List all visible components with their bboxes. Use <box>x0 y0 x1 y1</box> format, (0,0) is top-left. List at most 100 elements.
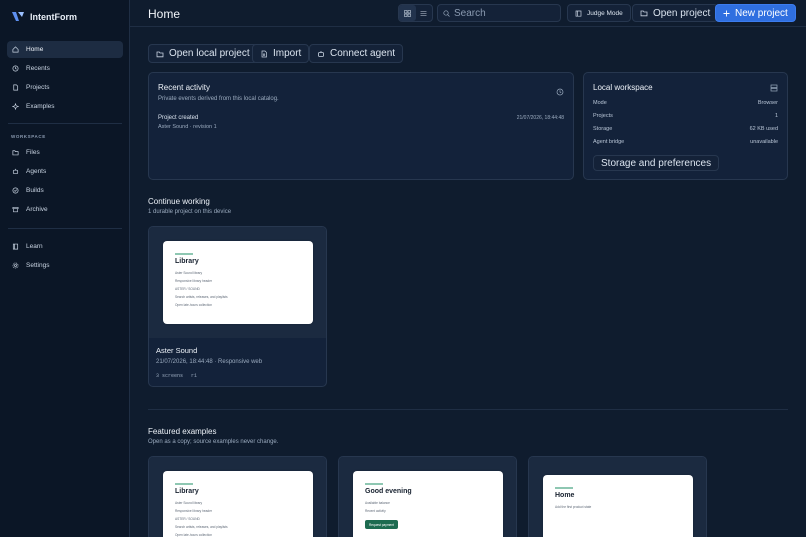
sidebar-item-agents[interactable]: Agents <box>7 163 123 180</box>
sidebar-item-files[interactable]: Files <box>7 144 123 161</box>
sparkle-icon <box>12 103 19 110</box>
section-divider <box>148 409 788 410</box>
open-project-button[interactable]: Open project <box>632 4 719 22</box>
project-meta: 21/07/2026, 18:44:48 · Responsive web <box>156 359 263 365</box>
sidebar-item-archive[interactable]: Archive <box>7 201 123 218</box>
preview-accent-bar <box>175 483 193 485</box>
workspace-row-mode: Mode Browser <box>593 100 778 106</box>
folder-open-icon <box>156 51 164 57</box>
featured-examples-title: Featured examples <box>148 427 217 436</box>
local-workspace-card: Local workspace Mode Browser Projects 1 … <box>583 72 788 180</box>
activity-event-title: Project created <box>158 115 199 121</box>
sidebar-divider <box>8 123 122 124</box>
project-name: Aster Sound <box>156 346 198 355</box>
history-icon[interactable] <box>556 88 564 96</box>
import-button[interactable]: Import <box>252 44 310 63</box>
judge-mode-label: Judge Mode <box>587 9 623 17</box>
import-label: Import <box>273 48 302 59</box>
project-screens: 3 screens <box>156 373 184 379</box>
preview-line: Available balance <box>365 501 390 505</box>
sidebar-item-label: Home <box>26 46 44 53</box>
activity-event-timestamp: 21/07/2026, 18:44:48 <box>516 115 564 121</box>
example-card-library[interactable]: Library Aster Sound library Responsive l… <box>148 456 327 537</box>
workspace-row-value: Browser <box>757 100 778 106</box>
sidebar-item-label: Projects <box>26 84 50 91</box>
preview-heading: Home <box>555 492 575 499</box>
workspace-row-key: Storage <box>593 126 613 132</box>
preview-line: Responsive library header <box>175 509 213 513</box>
grid-icon <box>403 9 411 17</box>
example-card-home[interactable]: Home Add the first product state <box>528 456 707 537</box>
file-icon <box>13 84 19 91</box>
preview-accent-bar <box>175 253 193 255</box>
project-preview: Library Aster Sound library Responsive l… <box>163 241 313 324</box>
workspace-row-key: Agent bridge <box>593 139 625 145</box>
workspace-row-projects: Projects 1 <box>593 113 778 119</box>
sidebar-item-learn[interactable]: Learn <box>7 238 123 255</box>
brand[interactable]: IntentForm <box>12 11 77 22</box>
recent-activity-card: Recent activity Private events derived f… <box>148 72 574 180</box>
sidebar-item-label: Settings <box>26 262 50 269</box>
workspace-row-value: 62 KB used <box>749 126 778 132</box>
import-icon <box>261 50 267 57</box>
sidebar-item-projects[interactable]: Projects <box>7 79 123 96</box>
sidebar-item-home[interactable]: Home <box>7 41 123 58</box>
storage-preferences-button[interactable]: Storage and preferences <box>593 155 720 171</box>
list-icon <box>420 10 427 16</box>
search-icon <box>443 9 450 17</box>
sidebar-item-recents[interactable]: Recents <box>7 60 123 77</box>
preview-line: Open late-hours collection <box>175 303 213 307</box>
preview-line: Search artists, releases, and playlists <box>175 525 228 529</box>
activity-event-detail: Aster Sound · revision 1 <box>158 124 217 130</box>
brand-name: IntentForm <box>30 11 77 22</box>
archive-icon <box>12 207 19 213</box>
sidebar-item-builds[interactable]: Builds <box>7 182 123 199</box>
workspace-row-value: unavailable <box>750 139 778 145</box>
folder-open-icon <box>640 10 648 17</box>
home-icon <box>12 46 19 53</box>
server-icon <box>770 84 778 92</box>
workspace-row-key: Projects <box>593 113 613 119</box>
view-toggle[interactable] <box>398 4 433 22</box>
preview-request-payment-button: Request payment <box>365 520 398 529</box>
project-thumbnail: Library Aster Sound library Responsive l… <box>149 227 326 338</box>
search-input[interactable] <box>454 7 554 19</box>
example-preview: Library Aster Sound library Responsive l… <box>163 471 313 537</box>
sidebar-item-examples[interactable]: Examples <box>7 98 123 115</box>
sidebar-item-label: Archive <box>26 206 48 213</box>
folder-icon <box>12 150 19 156</box>
new-project-button[interactable]: New project <box>715 4 796 22</box>
workspace-label: WORKSPACE <box>11 134 46 139</box>
agent-icon <box>318 50 324 57</box>
clock-icon <box>12 65 19 72</box>
preview-heading: Library <box>175 488 199 495</box>
preview-heading: Good evening <box>365 488 412 495</box>
preview-line: Open late-hours collection <box>175 533 213 537</box>
project-card[interactable]: Library Aster Sound library Responsive l… <box>148 226 327 387</box>
workspace-row-storage: Storage 62 KB used <box>593 126 778 132</box>
connect-agent-button[interactable]: Connect agent <box>309 44 404 63</box>
plus-icon <box>723 10 730 16</box>
list-view-button[interactable] <box>416 5 433 21</box>
example-preview: Good evening Available balance Recent ac… <box>353 471 503 537</box>
example-card-wallet[interactable]: Good evening Available balance Recent ac… <box>338 456 517 537</box>
continue-working-subtitle: 1 durable project on this device <box>148 209 232 215</box>
logo-icon <box>12 12 24 21</box>
book-icon <box>12 243 19 250</box>
preview-accent-bar <box>555 487 573 489</box>
example-thumbnail: Library Aster Sound library Responsive l… <box>149 457 326 537</box>
sidebar-item-label: Examples <box>26 103 55 110</box>
sidebar-divider <box>8 228 122 229</box>
open-local-project-button[interactable]: Open local project <box>148 44 258 63</box>
search-box[interactable] <box>437 4 561 22</box>
preview-line: Responsive library header <box>175 279 213 283</box>
sidebar-item-label: Builds <box>26 187 44 194</box>
sidebar-item-label: Files <box>26 149 40 156</box>
sidebar-item-settings[interactable]: Settings <box>7 257 123 274</box>
book-icon <box>575 10 582 17</box>
judge-mode-button[interactable]: Judge Mode <box>567 4 631 22</box>
grid-view-button[interactable] <box>399 5 416 21</box>
open-project-label: Open project <box>653 7 711 19</box>
continue-working-title: Continue working <box>148 197 210 206</box>
sidebar: IntentForm Home Recents Projects Example… <box>0 0 130 537</box>
